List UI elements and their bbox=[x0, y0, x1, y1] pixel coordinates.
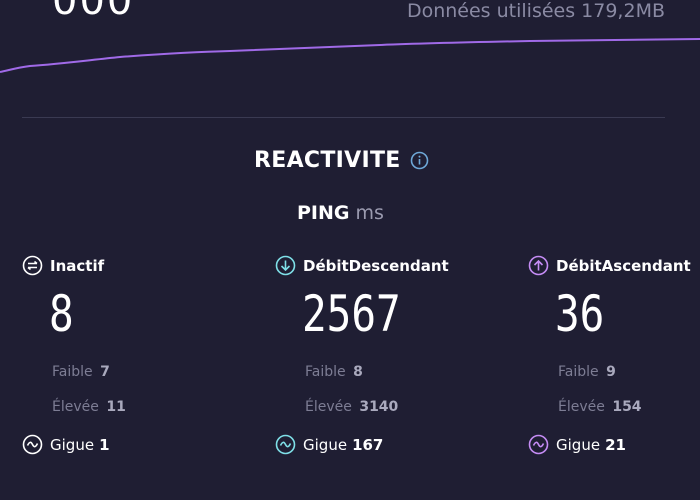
ping-unit: ms bbox=[355, 202, 384, 224]
high-value: 11 bbox=[106, 399, 126, 415]
jitter-icon bbox=[528, 434, 549, 455]
jitter-icon bbox=[22, 434, 43, 455]
jitter-value: 167 bbox=[352, 435, 384, 454]
ping-column-label: Inactif bbox=[50, 256, 105, 275]
ping-high: Élevée 11 bbox=[52, 399, 126, 419]
ping-heading: PING ms bbox=[297, 202, 384, 224]
ping-column-upload: DébitAscendant 36 Faible 9 Élevée 154 Gi… bbox=[528, 255, 691, 455]
ping-value: 2567 bbox=[302, 285, 401, 343]
jitter-icon bbox=[275, 434, 296, 455]
ping-column-header: DébitDescendant bbox=[275, 255, 449, 276]
ping-high: Élevée 3140 bbox=[305, 399, 449, 419]
ping-column-header: DébitAscendant bbox=[528, 255, 691, 276]
high-value: 154 bbox=[612, 399, 642, 415]
ping-jitter: Gigue 167 bbox=[275, 434, 449, 455]
ping-low: Faible 8 bbox=[305, 364, 449, 384]
ping-value: 36 bbox=[555, 285, 605, 343]
ping-jitter: Gigue 21 bbox=[528, 434, 691, 455]
low-label: Faible bbox=[305, 364, 346, 380]
responsiveness-title: REACTIVITE bbox=[254, 148, 401, 173]
low-value: 8 bbox=[353, 364, 363, 380]
jitter-label: Gigue bbox=[556, 435, 601, 454]
info-icon[interactable] bbox=[410, 151, 429, 170]
ping-column-header: Inactif bbox=[22, 255, 126, 276]
ping-column-label: DébitDescendant bbox=[303, 256, 449, 275]
jitter-label: Gigue bbox=[50, 435, 95, 454]
jitter-label: Gigue bbox=[303, 435, 348, 454]
download-icon bbox=[275, 255, 296, 276]
low-label: Faible bbox=[52, 364, 93, 380]
ping-column-label: DébitAscendant bbox=[556, 256, 691, 275]
ping-low: Faible 7 bbox=[52, 364, 126, 384]
low-value: 7 bbox=[100, 364, 110, 380]
high-label: Élevée bbox=[558, 399, 605, 415]
low-value: 9 bbox=[606, 364, 616, 380]
ping-high: Élevée 154 bbox=[558, 399, 691, 419]
high-label: Élevée bbox=[52, 399, 99, 415]
responsiveness-header: REACTIVITE bbox=[254, 148, 429, 173]
data-used-text: Données utilisées 179,2MB bbox=[406, 0, 665, 22]
idle-icon bbox=[22, 255, 43, 276]
jitter-value: 1 bbox=[99, 435, 110, 454]
top-speed-value: 000 bbox=[52, 0, 135, 24]
high-value: 3140 bbox=[359, 399, 399, 415]
ping-label: PING bbox=[297, 202, 350, 224]
upload-speed-graph bbox=[0, 38, 700, 73]
ping-column-download: DébitDescendant 2567 Faible 8 Élevée 314… bbox=[275, 255, 449, 455]
ping-jitter: Gigue 1 bbox=[22, 434, 126, 455]
ping-low: Faible 9 bbox=[558, 364, 691, 384]
high-label: Élevée bbox=[305, 399, 352, 415]
jitter-value: 21 bbox=[605, 435, 626, 454]
upload-icon bbox=[528, 255, 549, 276]
ping-column-idle: Inactif 8 Faible 7 Élevée 11 Gigue 1 bbox=[22, 255, 126, 455]
ping-value: 8 bbox=[49, 285, 74, 343]
section-divider bbox=[22, 117, 665, 118]
low-label: Faible bbox=[558, 364, 599, 380]
